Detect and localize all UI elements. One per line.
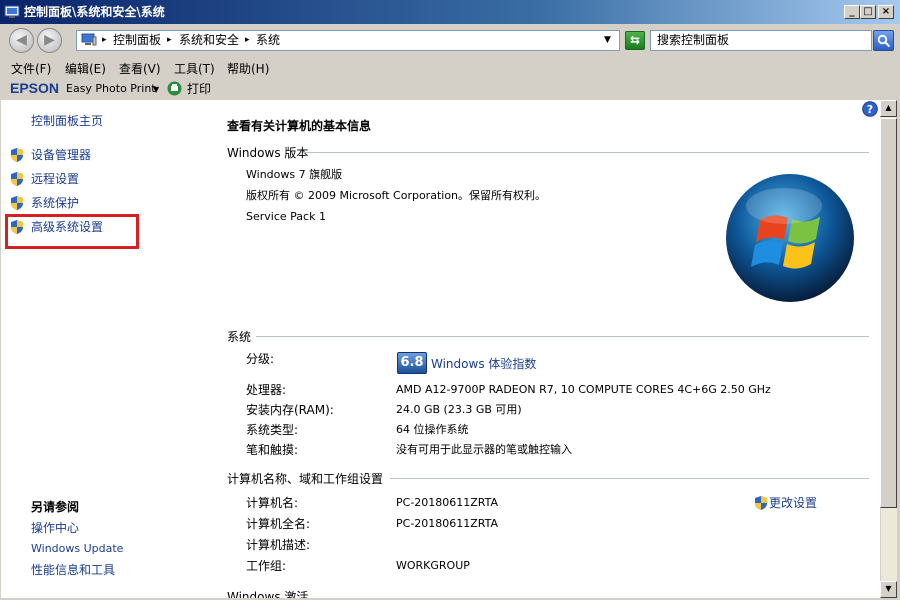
activation-section-clip: Windows 激活 (207, 586, 880, 598)
computer-icon (81, 33, 97, 46)
system-section-title: 系统 (227, 330, 252, 344)
shield-icon (11, 196, 23, 210)
experience-index-link[interactable]: Windows 体验指数 (431, 357, 536, 371)
svg-text:?: ? (867, 103, 873, 116)
pen-touch-label: 笔和触摸: (246, 443, 299, 457)
page-title: 查看有关计算机的基本信息 (227, 119, 372, 133)
service-pack: Service Pack 1 (246, 210, 326, 223)
forward-button[interactable]: ▶ (37, 28, 62, 53)
processor-label: 处理器: (246, 383, 287, 397)
menu-view[interactable]: 查看(V) (119, 62, 161, 76)
shield-icon (755, 496, 767, 510)
help-icon[interactable]: ? (862, 101, 878, 117)
breadcrumb-arrow-icon[interactable]: ▸ (245, 33, 250, 47)
breadcrumb-system-security[interactable]: 系统和安全 (179, 33, 239, 47)
epson-logo: EPSON (10, 80, 60, 96)
sidebar-item-system-protection[interactable]: 系统保护 (31, 196, 79, 210)
computer-full-name-value: PC-20180611ZRTA (396, 517, 499, 530)
scroll-up-button[interactable]: ▲ (880, 100, 897, 117)
activation-section-title: Windows 激活 (227, 590, 309, 598)
shield-icon (11, 172, 23, 186)
computer-full-name-label: 计算机全名: (246, 517, 311, 531)
breadcrumb-system[interactable]: 系统 (256, 33, 280, 47)
address-dropdown-icon[interactable]: ▼ (604, 34, 611, 46)
see-also-action-center[interactable]: 操作中心 (31, 521, 79, 535)
control-panel-icon (4, 5, 20, 18)
printer-icon (167, 81, 182, 96)
menu-file[interactable]: 文件(F) (11, 62, 51, 76)
breadcrumb-control-panel[interactable]: 控制面板 (113, 33, 161, 47)
computer-section-title: 计算机名称、域和工作组设置 (227, 472, 384, 486)
edition-section-title: Windows 版本 (227, 146, 309, 160)
divider (303, 152, 869, 153)
shield-icon (11, 148, 23, 162)
highlight-box (5, 214, 139, 249)
menu-help[interactable]: 帮助(H) (227, 62, 269, 76)
sidebar-item-remote-settings[interactable]: 远程设置 (31, 172, 79, 186)
search-input[interactable]: 搜索控制面板 (650, 30, 872, 51)
search-icon (877, 34, 891, 48)
back-button[interactable]: ◀ (9, 28, 34, 53)
see-also-heading: 另请参阅 (31, 500, 80, 514)
easy-photo-print-button[interactable]: Easy Photo Print (66, 82, 156, 96)
sidebar-item-device-manager[interactable]: 设备管理器 (31, 148, 91, 162)
scroll-down-button[interactable]: ▼ (880, 581, 897, 598)
ram-value: 24.0 GB (23.3 GB 可用) (396, 403, 522, 416)
change-settings-link[interactable]: 更改设置 (769, 496, 817, 510)
computer-description-label: 计算机描述: (246, 538, 311, 552)
edition-name: Windows 7 旗舰版 (246, 168, 343, 181)
breadcrumb-arrow-icon[interactable]: ▸ (102, 33, 107, 47)
close-button[interactable]: × (878, 5, 894, 19)
pen-touch-value: 没有可用于此显示器的笔或触控输入 (396, 443, 572, 456)
control-panel-home-link[interactable]: 控制面板主页 (31, 114, 103, 128)
see-also-performance-tools[interactable]: 性能信息和工具 (31, 563, 115, 577)
workgroup-label: 工作组: (246, 559, 287, 573)
system-type-label: 系统类型: (246, 423, 299, 437)
computer-name-label: 计算机名: (246, 496, 299, 510)
menu-edit[interactable]: 编辑(E) (65, 62, 106, 76)
print-button[interactable]: 打印 (187, 82, 211, 96)
windows-logo-icon (726, 174, 854, 302)
breadcrumb-arrow-icon[interactable]: ▸ (167, 33, 172, 47)
divider (256, 336, 869, 337)
divider (390, 478, 869, 479)
system-type-value: 64 位操作系统 (396, 423, 469, 436)
refresh-button[interactable]: ⇆ (625, 31, 645, 50)
search-button[interactable] (873, 30, 894, 51)
scrollbar-thumb[interactable] (880, 118, 897, 508)
ram-label: 安装内存(RAM): (246, 403, 334, 417)
chevron-down-icon[interactable]: ▼ (153, 84, 159, 96)
minimize-button[interactable]: _ (844, 5, 860, 19)
workgroup-value: WORKGROUP (396, 559, 470, 572)
maximize-button[interactable]: □ (860, 5, 876, 19)
see-also-windows-update[interactable]: Windows Update (31, 542, 123, 556)
computer-name-value: PC-20180611ZRTA (396, 496, 499, 509)
menu-tools[interactable]: 工具(T) (174, 62, 215, 76)
rating-label: 分级: (246, 352, 275, 366)
copyright-text: 版权所有 © 2009 Microsoft Corporation。保留所有权利… (246, 189, 547, 202)
experience-score-badge[interactable]: 6.8 (397, 352, 427, 374)
window-title: 控制面板\系统和安全\系统 (24, 5, 165, 19)
processor-value: AMD A12-9700P RADEON R7, 10 COMPUTE CORE… (396, 383, 771, 396)
